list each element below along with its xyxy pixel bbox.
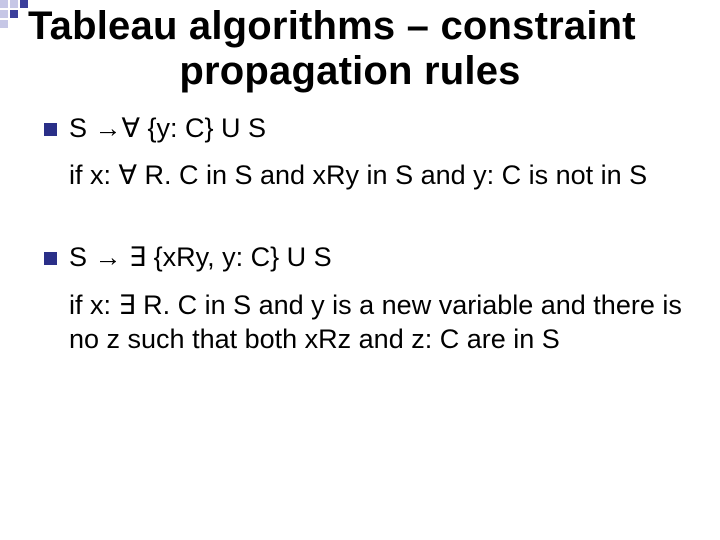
title-line1: Tableau algorithms – constraint — [28, 4, 692, 49]
exists-rule-head: S → ∃ {xRy, y: C} U S — [69, 241, 692, 275]
bullet-forall: S →∀ {y: C} U S — [44, 112, 692, 146]
title-line2: propagation rules — [8, 49, 692, 94]
bullet-exists: S → ∃ {xRy, y: C} U S — [44, 241, 692, 275]
slide-title: Tableau algorithms – constraint propagat… — [28, 4, 692, 94]
spacer — [44, 215, 692, 241]
bullet-icon — [44, 252, 57, 265]
exists-rule-condition: if x: ∃ R. C in S and y is a new variabl… — [69, 289, 692, 357]
forall-rule-head: S →∀ {y: C} U S — [69, 112, 692, 146]
forall-rule-condition: if x: ∀ R. C in S and xRy in S and y: C … — [69, 159, 692, 193]
slide-body: S →∀ {y: C} U S if x: ∀ R. C in S and xR… — [28, 112, 692, 357]
bullet-icon — [44, 123, 57, 136]
slide: Tableau algorithms – constraint propagat… — [0, 0, 720, 540]
